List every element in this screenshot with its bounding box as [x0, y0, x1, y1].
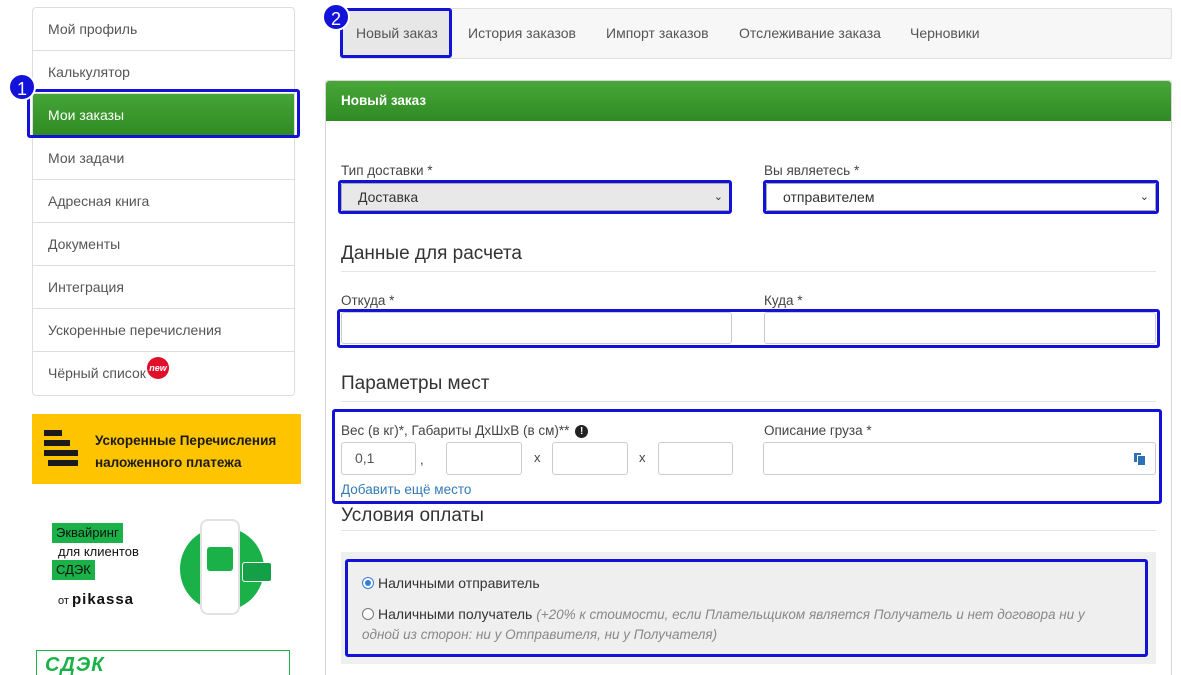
acquiring-tag: Эквайринг — [52, 523, 123, 543]
sidebar-item-label: Мой профиль — [48, 21, 138, 37]
acquiring-banner[interactable]: Эквайринг для клиентов СДЭК от pikassa — [36, 507, 296, 617]
separator: , — [420, 452, 424, 467]
divider — [341, 271, 1156, 272]
tab-order-import[interactable]: Импорт заказов — [606, 9, 709, 58]
bank-card-icon — [242, 562, 272, 582]
divider — [341, 530, 1156, 531]
sidebar-item-integration[interactable]: Интеграция — [33, 266, 294, 309]
cdek-banner[interactable]: СДЭК — [36, 650, 290, 675]
panel-title: Новый заказ — [326, 81, 1171, 121]
from-label: Откуда * — [341, 293, 395, 308]
tab-order-history[interactable]: История заказов — [468, 9, 576, 58]
cdek-logo: СДЭК — [45, 654, 105, 675]
tab-order-tracking[interactable]: Отслеживание заказа — [739, 9, 881, 58]
delivery-type-value: Доставка — [358, 189, 419, 205]
orders-tabs: Новый заказ История заказов Импорт заказ… — [340, 8, 1172, 59]
sidebar-item-label: Документы — [48, 236, 121, 252]
sidebar-item-profile[interactable]: Мой профиль — [33, 8, 294, 51]
sidebar-item-label: Интеграция — [48, 279, 124, 295]
sidebar-item-blacklist[interactable]: Чёрный список new — [33, 352, 294, 395]
you-are-select[interactable]: отправителем ⌄ — [766, 183, 1156, 211]
delivery-type-select[interactable]: Доставка ⌄ — [341, 183, 730, 211]
sidebar-item-label: Калькулятор — [48, 64, 130, 80]
width-input[interactable] — [552, 442, 628, 475]
banner-text: Ускоренные Перечисления наложенного плат… — [95, 430, 276, 474]
radio-unchecked[interactable] — [362, 608, 374, 620]
sidebar-item-label: Мои задачи — [48, 150, 125, 166]
sidebar-menu: Мой профиль Калькулятор Мои заказы Мои з… — [32, 7, 295, 396]
tab-new-order[interactable]: Новый заказ — [343, 9, 451, 58]
pay-receiver-note-line2: одной из сторон: ни у Отправителя, ни у … — [362, 627, 718, 642]
sidebar-item-label: Ускоренные перечисления — [48, 322, 222, 338]
info-icon[interactable]: ! — [575, 425, 589, 438]
divider — [341, 401, 1156, 402]
chevron-down-icon: ⌄ — [713, 191, 723, 203]
to-input[interactable] — [764, 312, 1156, 344]
banner-line-1: Ускоренные Перечисления — [95, 433, 277, 448]
step-marker-2: 2 — [322, 3, 350, 31]
add-place-link[interactable]: Добавить ещё место — [341, 482, 471, 497]
pikassa-logo: от pikassa — [58, 591, 134, 608]
weight-dimensions-label: Вес (в кг)*, Габариты ДхШхВ (в см)** ! — [341, 423, 589, 438]
calc-section-title: Данные для расчета — [341, 243, 522, 264]
new-badge: new — [147, 357, 169, 379]
sidebar-item-address-book[interactable]: Адресная книга — [33, 180, 294, 223]
from-input[interactable] — [341, 312, 732, 344]
step-marker-1: 1 — [8, 73, 36, 101]
sidebar-item-calculator[interactable]: Калькулятор — [33, 51, 294, 94]
pikassa-from: от — [58, 595, 69, 607]
separator: x — [639, 450, 646, 465]
phone-icon — [200, 519, 240, 615]
sidebar-item-my-tasks[interactable]: Мои задачи — [33, 137, 294, 180]
sidebar-item-my-orders[interactable]: Мои заказы — [33, 94, 294, 137]
acquiring-line: для клиентов — [58, 544, 139, 559]
you-are-value: отправителем — [783, 189, 875, 205]
cdek-tag: СДЭК — [52, 560, 95, 580]
pay-receiver-label: Наличными получатель — [378, 606, 533, 622]
cargo-description-label: Описание груза * — [764, 423, 872, 438]
sidebar-item-label: Чёрный список — [48, 365, 146, 381]
pay-sender-label: Наличными отправитель — [378, 575, 540, 591]
tab-drafts[interactable]: Черновики — [910, 9, 980, 58]
pay-receiver-option[interactable]: Наличными получатель (+20% к стоимости, … — [362, 601, 1142, 628]
weight-input[interactable]: 0,1 — [341, 442, 416, 475]
chevron-down-icon: ⌄ — [1139, 191, 1149, 203]
accelerated-transfers-banner[interactable]: Ускоренные Перечисления наложенного плат… — [32, 414, 301, 484]
payment-section-title: Условия оплаты — [341, 505, 484, 526]
you-are-label: Вы являетесь * — [764, 163, 860, 178]
weight-label-text: Вес (в кг)*, Габариты ДхШхВ (в см)** — [341, 423, 570, 438]
places-section-title: Параметры мест — [341, 373, 490, 394]
copy-icon[interactable] — [1133, 452, 1147, 466]
pikassa-brand: pikassa — [71, 591, 135, 608]
sidebar-item-label: Адресная книга — [48, 193, 150, 209]
stripes-logo-icon — [44, 430, 84, 468]
pay-receiver-note: (+20% к стоимости, если Плательщиком явл… — [536, 607, 1085, 622]
separator: x — [534, 450, 541, 465]
sidebar-item-documents[interactable]: Документы — [33, 223, 294, 266]
cargo-description-input[interactable] — [763, 442, 1156, 475]
delivery-type-label: Тип доставки * — [341, 163, 433, 178]
sidebar-item-accelerated-transfers[interactable]: Ускоренные перечисления — [33, 309, 294, 352]
radio-checked[interactable] — [362, 577, 374, 589]
length-input[interactable] — [446, 442, 522, 475]
pay-sender-option[interactable]: Наличными отправитель — [362, 575, 540, 591]
height-input[interactable] — [658, 442, 733, 475]
to-label: Куда * — [764, 293, 803, 308]
sidebar-item-label: Мои заказы — [48, 107, 125, 123]
banner-line-2: наложенного платежа — [95, 455, 242, 470]
